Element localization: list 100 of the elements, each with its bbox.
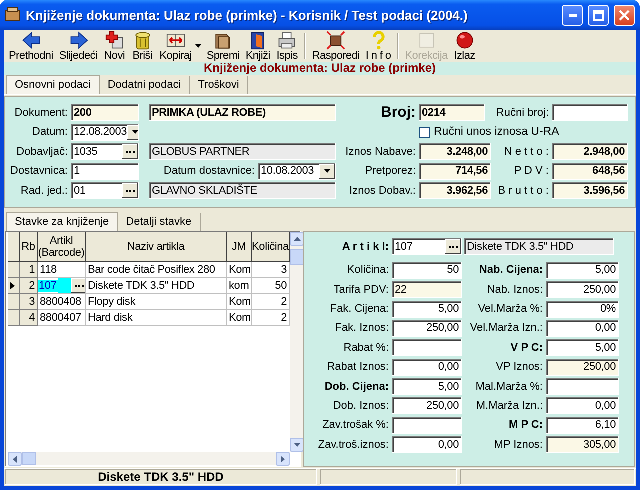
input-field[interactable]: 3.596,56 (552, 182, 628, 200)
toolbar-button[interactable]: Ispis (273, 31, 302, 62)
input-field[interactable]: 0% (546, 300, 619, 318)
field-label: Vel.Marža %: (477, 303, 544, 316)
input-field[interactable]: GLAVNO SKLADIŠTE (149, 182, 336, 200)
browse-button[interactable] (445, 239, 461, 254)
scroll-left-button[interactable] (8, 452, 22, 466)
input-field[interactable] (392, 416, 462, 434)
input-field[interactable]: 2.948,00 (552, 143, 628, 160)
input-field[interactable]: 5,00 (546, 339, 619, 356)
input-field[interactable]: 22 (392, 281, 462, 298)
toolbar-button[interactable]: Slijedeći (56, 31, 101, 62)
date-field[interactable]: 12.08.2003 (71, 124, 139, 141)
minimize-button[interactable] (562, 4, 583, 26)
toolbar-button[interactable]: Knjiži (242, 31, 274, 62)
toolbar-button[interactable]: Prethodni (6, 31, 56, 62)
column-header[interactable]: JM (227, 232, 252, 262)
input-field[interactable]: 200 (71, 104, 139, 122)
input-field[interactable]: 1 (71, 162, 139, 180)
input-field[interactable]: 250,00 (392, 320, 462, 337)
input-field[interactable]: PRIMKA (ULAZ ROBE) (149, 104, 336, 122)
field-label: P D V : (513, 165, 550, 178)
input-field[interactable]: 5,00 (392, 378, 462, 396)
input-field[interactable]: 714,56 (419, 162, 491, 180)
toolbar-button[interactable]: Rasporedi (309, 31, 363, 62)
table-cell: 8800408 (38, 294, 86, 310)
scrollbar-thumb[interactable] (22, 452, 36, 465)
input-field[interactable]: 6,10 (546, 416, 619, 434)
input-field[interactable]: 250,00 (546, 281, 619, 298)
field-label: Dob. Iznos: (332, 400, 390, 412)
input-field[interactable]: 0,00 (392, 358, 462, 376)
field-label: N e t t o : (503, 146, 550, 158)
input-field[interactable]: 1035 (71, 143, 139, 160)
field-label: Fak. Iznos: (334, 322, 390, 334)
tab[interactable]: Stavke za knjiženje (6, 212, 118, 231)
scrollbar-thumb[interactable] (290, 249, 304, 265)
document-plus-icon (104, 31, 126, 50)
date-field[interactable]: 10.08.2003 (258, 162, 336, 180)
input-field[interactable]: 250,00 (392, 397, 462, 414)
maximize-button[interactable] (588, 4, 609, 26)
input-field[interactable]: 0214 (419, 104, 485, 122)
field-label: Zav.troš.iznos: (317, 438, 390, 451)
field-label: VP Iznos: (495, 361, 544, 374)
toolbar-button[interactable]: Spremi (204, 31, 243, 62)
field-label: V P C: (510, 342, 544, 354)
caret-down-icon (294, 443, 300, 447)
input-field[interactable]: 107 (392, 238, 462, 256)
input-field[interactable]: 3.962,56 (419, 182, 491, 200)
dropdown-button[interactable] (127, 124, 138, 140)
table-cell: Kom (227, 310, 252, 326)
maximize-icon (593, 10, 604, 20)
caret-icon (324, 169, 330, 174)
close-button[interactable] (614, 4, 635, 26)
input-field[interactable]: 107 (38, 278, 86, 294)
input-field[interactable] (546, 378, 619, 396)
input-field[interactable]: 648,56 (552, 162, 628, 180)
field-label: A r t i k l: (341, 240, 390, 253)
input-field[interactable]: 0,00 (546, 320, 619, 337)
input-field[interactable]: 5,00 (392, 300, 462, 318)
input-field[interactable]: 3.248,00 (419, 143, 491, 160)
input-field[interactable]: 0,00 (546, 397, 619, 414)
toolbar-button[interactable]: Kopiraj (156, 31, 195, 62)
form-heading: Knjiženje dokumenta: Ulaz robe (primke) (204, 62, 436, 75)
tab[interactable]: Osnovni podaci (6, 75, 100, 94)
checkbox[interactable]: Ručni unos iznosa U-RA (419, 126, 560, 138)
browse-button[interactable] (122, 183, 138, 198)
input-field[interactable] (392, 339, 462, 356)
scroll-down-button[interactable] (290, 438, 304, 452)
field-label: Dobavljač: (16, 146, 69, 158)
field-label: Ručni broj: (495, 106, 550, 119)
input-field[interactable]: GLOBUS PARTNER (149, 143, 336, 160)
toolbar-button[interactable]: I n f o (362, 31, 394, 62)
column-header[interactable]: Količina (252, 232, 290, 262)
toolbar-button[interactable]: Briši (128, 31, 157, 62)
dropdown-button[interactable] (319, 164, 335, 179)
field-label: M P C: (508, 419, 544, 432)
browse-button[interactable] (122, 144, 138, 160)
input-field[interactable]: Diskete TDK 3.5" HDD (464, 238, 614, 256)
input-field[interactable]: 305,00 (546, 436, 619, 454)
input-field[interactable] (552, 104, 628, 122)
input-field[interactable]: 01 (71, 182, 139, 200)
input-field[interactable]: 0,00 (392, 436, 462, 454)
scroll-up-button[interactable] (290, 232, 304, 246)
column-header[interactable]: Artikl (Barcode) (38, 232, 86, 262)
column-header[interactable]: Naziv artikla (86, 232, 227, 262)
toolbar-button[interactable]: Novi (100, 31, 129, 62)
scroll-right-button[interactable] (276, 452, 290, 466)
field-label: Datum: (32, 126, 69, 138)
caret-icon (194, 44, 202, 48)
field-label: Pretporez: (364, 165, 417, 178)
table-cell: 3 (20, 294, 38, 310)
input-field[interactable]: 50 (392, 262, 462, 279)
input-field[interactable]: 5,00 (546, 262, 619, 279)
input-field[interactable]: 250,00 (546, 358, 619, 376)
table-cell: Diskete TDK 3.5" HDD (86, 278, 227, 294)
ellipsis-icon (126, 190, 134, 192)
column-header[interactable]: Rb (20, 232, 38, 262)
browse-button[interactable] (71, 278, 85, 293)
toolbar-button[interactable]: Izlaz (450, 31, 479, 62)
ellipsis-icon (126, 150, 134, 153)
